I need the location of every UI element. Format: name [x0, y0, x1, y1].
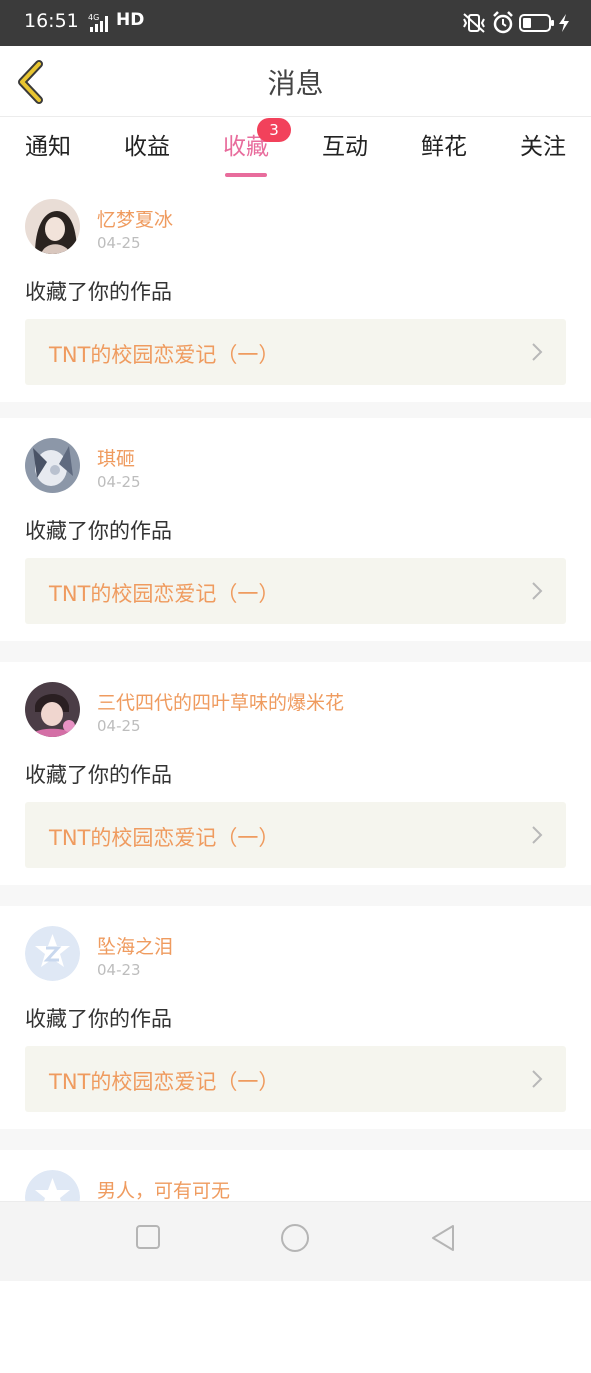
circle-home-icon[interactable] — [280, 1223, 310, 1253]
message-card: 忆梦夏冰 04-25 收藏了你的作品 TNT的校园恋爱记（一） — [0, 179, 591, 402]
tab-notifications[interactable]: 通知 — [20, 127, 76, 177]
network-label: HD — [116, 10, 145, 30]
work-title: TNT的校园恋爱记（一） — [49, 582, 280, 606]
header-bar: 消息 — [0, 46, 591, 117]
message-date: 04-25 — [97, 234, 141, 252]
username[interactable]: 男人，可有可无 — [97, 1176, 230, 1203]
tab-favorites[interactable]: 收藏 3 — [218, 118, 291, 177]
message-card: 三代四代的四叶草味的爆米花 04-25 收藏了你的作品 TNT的校园恋爱记（一） — [0, 662, 591, 885]
network-small-label: 4G — [88, 13, 99, 22]
charging-icon — [559, 14, 569, 32]
tab-label: 关注 — [520, 134, 566, 160]
tab-flowers[interactable]: 鲜花 — [416, 127, 472, 177]
battery-icon — [519, 14, 554, 32]
system-nav-bar — [0, 1201, 591, 1281]
avatar-image — [25, 438, 80, 493]
status-time: 16:51 — [24, 10, 79, 32]
message-card: 琪砸 04-25 收藏了你的作品 TNT的校园恋爱记（一） — [0, 418, 591, 641]
action-text: 收藏了你的作品 — [25, 280, 172, 304]
chevron-right-icon — [532, 826, 543, 844]
tab-interactions[interactable]: 互动 — [317, 127, 373, 177]
triangle-back-icon[interactable] — [430, 1224, 456, 1252]
chevron-right-icon — [532, 1070, 543, 1088]
active-tab-indicator — [225, 173, 267, 177]
avatar[interactable] — [25, 438, 80, 493]
work-link[interactable]: TNT的校园恋爱记（一） — [25, 802, 566, 868]
unread-count-badge: 3 — [257, 118, 291, 142]
signal-icon: 4G — [88, 13, 108, 32]
tab-label: 鲜花 — [421, 134, 467, 160]
avatar-image — [25, 199, 80, 254]
avatar-image — [25, 682, 80, 737]
mute-vibrate-icon — [463, 13, 485, 33]
username[interactable]: 三代四代的四叶草味的爆米花 — [97, 688, 344, 715]
tab-label: 互动 — [322, 134, 368, 160]
tab-follows[interactable]: 关注 — [515, 127, 571, 177]
message-date: 04-23 — [97, 961, 141, 979]
username[interactable]: 忆梦夏冰 — [97, 205, 173, 232]
action-text: 收藏了你的作品 — [25, 763, 172, 787]
action-text: 收藏了你的作品 — [25, 519, 172, 543]
message-card: 坠海之泪 04-23 收藏了你的作品 TNT的校园恋爱记（一） — [0, 906, 591, 1129]
username[interactable]: 坠海之泪 — [97, 932, 173, 959]
work-title: TNT的校园恋爱记（一） — [49, 826, 280, 850]
alarm-icon — [493, 11, 513, 34]
work-link[interactable]: TNT的校园恋爱记（一） — [25, 558, 566, 624]
tab-label: 通知 — [25, 134, 71, 160]
tab-earnings[interactable]: 收益 — [119, 127, 175, 177]
avatar[interactable] — [25, 926, 80, 981]
action-text: 收藏了你的作品 — [25, 1007, 172, 1031]
avatar[interactable] — [25, 682, 80, 737]
work-link[interactable]: TNT的校园恋爱记（一） — [25, 1046, 566, 1112]
message-date: 04-25 — [97, 717, 141, 735]
message-date: 04-25 — [97, 473, 141, 491]
default-avatar-icon — [25, 926, 80, 981]
work-title: TNT的校园恋爱记（一） — [49, 1070, 280, 1094]
username[interactable]: 琪砸 — [97, 444, 135, 471]
chevron-right-icon — [532, 582, 543, 600]
work-link[interactable]: TNT的校园恋爱记（一） — [25, 319, 566, 385]
chevron-right-icon — [532, 343, 543, 361]
tab-label: 收益 — [124, 134, 170, 160]
avatar[interactable] — [25, 199, 80, 254]
tab-bar: 通知 收益 收藏 3 互动 鲜花 关注 — [0, 117, 591, 179]
status-bar: 16:51 4G HD — [0, 0, 591, 46]
work-title: TNT的校园恋爱记（一） — [49, 343, 280, 367]
status-right-icons — [461, 10, 573, 36]
square-recent-apps-icon[interactable] — [135, 1224, 161, 1250]
page-title: 消息 — [267, 67, 324, 100]
